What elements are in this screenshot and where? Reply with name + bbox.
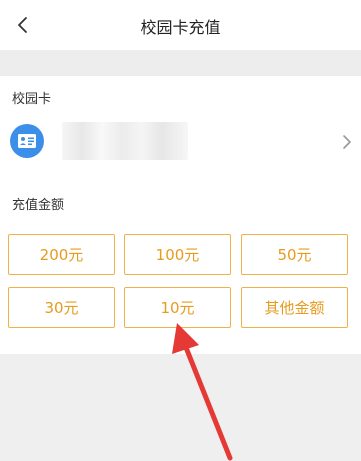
id-card-icon [10,124,44,158]
page-title: 校园卡充值 [140,18,221,37]
redacted-card-info [62,122,188,160]
section-divider [0,50,361,76]
amount-option-custom[interactable]: 其他金额 [241,287,348,328]
amount-option-200[interactable]: 200元 [8,234,115,275]
recharge-amount-label: 充值金额 [12,198,65,213]
recharge-card-panel: 校园卡 充值金额 200元 100元 50元 30元 10元 其他金额 [0,76,361,354]
amount-option-50[interactable]: 50元 [241,234,348,275]
campus-card-selector[interactable] [0,114,361,170]
amount-option-30[interactable]: 30元 [8,287,115,328]
campus-card-label: 校园卡 [12,92,52,107]
amount-option-100[interactable]: 100元 [124,234,231,275]
chevron-right-icon [343,135,351,149]
top-nav-bar: 校园卡充值 [0,0,361,50]
amount-option-10[interactable]: 10元 [124,287,231,328]
recharge-page: 校园卡充值 校园卡 充值金额 200元 100元 50元 30元 10元 其他金… [0,0,361,461]
